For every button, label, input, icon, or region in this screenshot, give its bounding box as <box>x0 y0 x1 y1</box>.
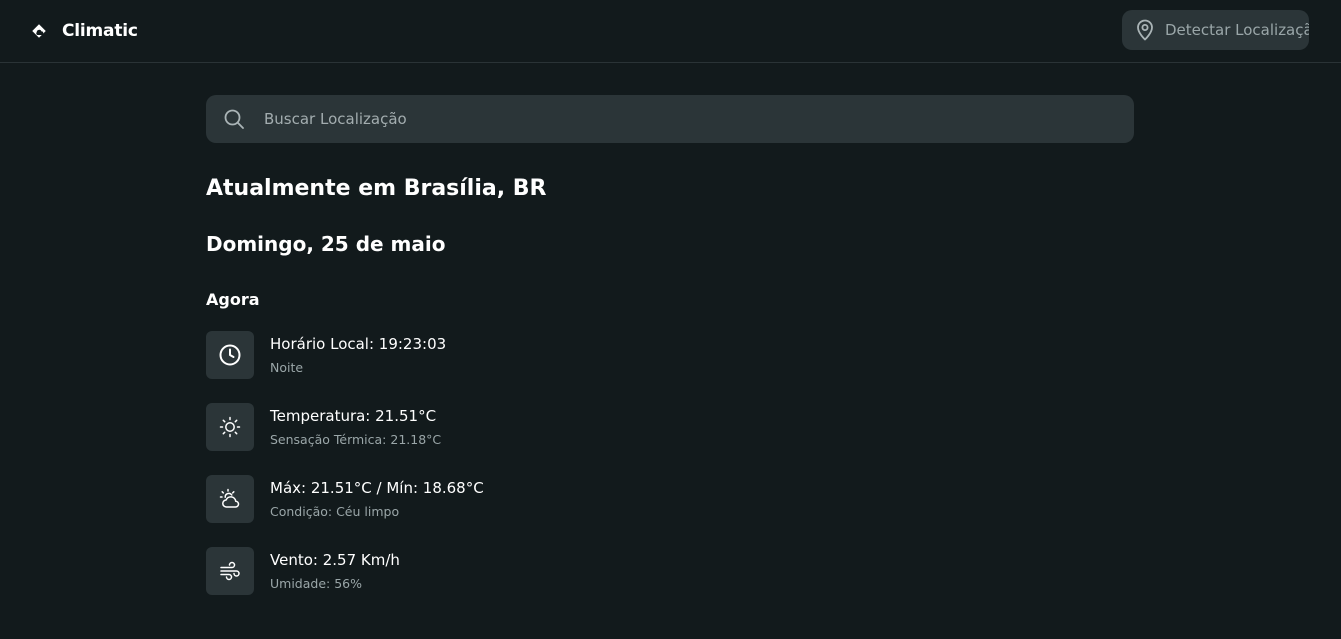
weather-item-icon-box <box>206 331 254 379</box>
weather-item-local-time: Horário Local: 19:23:03 Noite <box>206 331 706 379</box>
weather-item-icon-box <box>206 547 254 595</box>
app-header: Climatic Detectar Localização <box>0 0 1341 63</box>
wind-icon <box>220 561 240 581</box>
weather-item-primary: Horário Local: 19:23:03 <box>270 335 447 353</box>
weather-item-icon-box <box>206 403 254 451</box>
weather-item-temperature: Temperatura: 21.51°C Sensação Térmica: 2… <box>206 403 706 451</box>
detect-location-label: Detectar Localização <box>1165 21 1309 39</box>
detect-location-button[interactable]: Detectar Localização <box>1122 10 1309 50</box>
weather-item-secondary: Noite <box>270 360 304 375</box>
page-title: Atualmente em Brasília, BR <box>206 176 547 201</box>
weather-item-primary: Temperatura: 21.51°C <box>270 407 437 425</box>
brand-logo-link[interactable]: Climatic <box>30 18 138 44</box>
search-icon <box>224 109 244 129</box>
cloud-sun-logo-icon <box>32 24 46 38</box>
weather-item-secondary: Condição: Céu limpo <box>270 504 400 519</box>
cloud-sun-icon <box>219 488 240 508</box>
weather-item-min-max: Máx: 21.51°C / Mín: 18.68°C Condição: Cé… <box>206 475 706 523</box>
weather-item-icon-box <box>206 475 254 523</box>
search-bar[interactable] <box>206 95 1134 143</box>
sun-icon <box>219 416 241 438</box>
weather-item-primary: Vento: 2.57 Km/h <box>270 551 400 569</box>
app-name: Climatic <box>62 21 138 41</box>
current-date: Domingo, 25 de maio <box>206 232 446 256</box>
weather-item-secondary: Sensação Térmica: 21.18°C <box>270 432 442 447</box>
clock-icon <box>219 344 241 366</box>
map-pin-icon <box>1137 19 1153 41</box>
weather-item-primary: Máx: 21.51°C / Mín: 18.68°C <box>270 479 484 497</box>
weather-item-wind: Vento: 2.57 Km/h Umidade: 56% <box>206 547 706 595</box>
weather-item-secondary: Umidade: 56% <box>270 576 362 591</box>
search-input[interactable] <box>262 95 1134 143</box>
section-title-now: Agora <box>206 290 260 309</box>
